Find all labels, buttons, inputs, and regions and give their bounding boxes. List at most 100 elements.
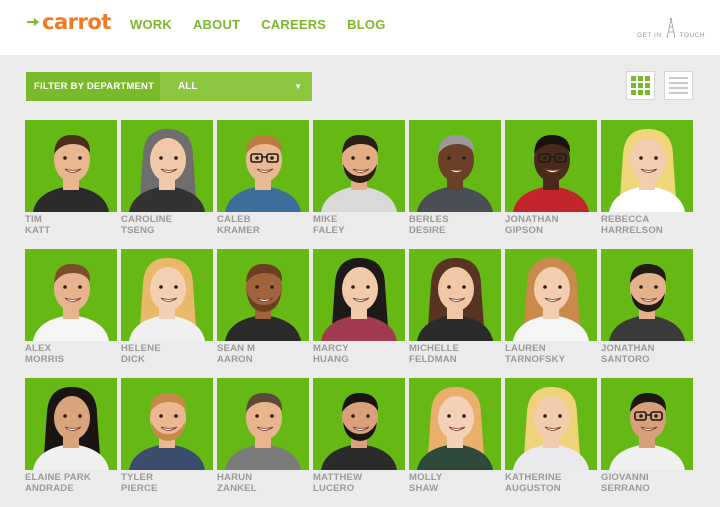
person-first-name: MIKE xyxy=(313,214,338,225)
filter-label: FILTER BY DEPARTMENT xyxy=(26,72,160,101)
person-first-name: KATHERINE xyxy=(505,472,562,483)
person-portrait xyxy=(217,120,309,212)
person-card[interactable]: BERLES DESIRE xyxy=(409,120,501,236)
person-last-name: HUANG xyxy=(313,353,349,365)
person-last-name: FALEY xyxy=(313,224,345,236)
person-first-name: REBECCA xyxy=(601,214,650,225)
person-card[interactable]: LAUREN TARNOFSKY xyxy=(505,249,597,365)
person-portrait xyxy=(505,249,597,341)
person-last-name: SHAW xyxy=(409,482,439,494)
person-first-name: SEAN M xyxy=(217,343,256,354)
person-first-name: HELENE xyxy=(121,343,161,354)
person-last-name: GIPSON xyxy=(505,224,544,236)
person-name: REBECCA HARRELSON xyxy=(601,214,693,236)
get-in-touch-link[interactable]: GET IN TOUCH xyxy=(637,17,705,47)
person-first-name: MARCY xyxy=(313,343,349,354)
person-card[interactable]: REBECCA HARRELSON xyxy=(601,120,693,236)
person-last-name: MORRIS xyxy=(25,353,65,365)
person-last-name: HARRELSON xyxy=(601,224,663,236)
person-first-name: JONATHAN xyxy=(601,343,655,354)
person-last-name: FELDMAN xyxy=(409,353,457,365)
person-last-name: DESIRE xyxy=(409,224,446,236)
person-last-name: AUGUSTON xyxy=(505,482,561,494)
list-icon xyxy=(669,77,688,94)
person-portrait xyxy=(601,378,693,470)
nav-blog[interactable]: BLOG xyxy=(347,17,385,32)
grid-icon xyxy=(631,76,650,95)
person-name: MOLLY SHAW xyxy=(409,472,501,494)
person-name: MATTHEW LUCERO xyxy=(313,472,405,494)
person-first-name: TIM xyxy=(25,214,42,225)
person-first-name: MICHELLE xyxy=(409,343,460,354)
person-card[interactable]: TIM KATT xyxy=(25,120,117,236)
person-card[interactable]: SEAN M AARON xyxy=(217,249,309,365)
person-card[interactable]: GIOVANNI SERRANO xyxy=(601,378,693,494)
person-card[interactable]: MOLLY SHAW xyxy=(409,378,501,494)
person-last-name: SANTORO xyxy=(601,353,650,365)
grid-view-button[interactable] xyxy=(626,71,655,100)
person-name: MICHELLE FELDMAN xyxy=(409,343,501,365)
department-select[interactable]: ALL ▼ xyxy=(160,72,312,101)
person-name: MARCY HUANG xyxy=(313,343,405,365)
nav-work[interactable]: WORK xyxy=(130,17,172,32)
person-first-name: CALEB xyxy=(217,214,251,225)
carrot-logo[interactable]: carrot xyxy=(27,10,111,34)
person-last-name: TARNOFSKY xyxy=(505,353,566,365)
person-portrait xyxy=(217,378,309,470)
person-name: CAROLINE TSENG xyxy=(121,214,213,236)
person-first-name: CAROLINE xyxy=(121,214,173,225)
person-name: CALEB KRAMER xyxy=(217,214,309,236)
person-card[interactable]: KATHERINE AUGUSTON xyxy=(505,378,597,494)
person-name: ELAINE PARK ANDRADE xyxy=(25,472,117,494)
person-card[interactable]: MICHELLE FELDMAN xyxy=(409,249,501,365)
person-card[interactable]: MIKE FALEY xyxy=(313,120,405,236)
person-name: ALEX MORRIS xyxy=(25,343,117,365)
person-card[interactable]: JONATHAN SANTORO xyxy=(601,249,693,365)
person-card[interactable]: CAROLINE TSENG xyxy=(121,120,213,236)
person-name: TIM KATT xyxy=(25,214,117,236)
person-first-name: ALEX xyxy=(25,343,52,354)
person-card[interactable]: HELENE DICK xyxy=(121,249,213,365)
person-name: JONATHAN SANTORO xyxy=(601,343,693,365)
person-first-name: TYLER xyxy=(121,472,154,483)
person-card[interactable]: ALEX MORRIS xyxy=(25,249,117,365)
person-portrait xyxy=(409,378,501,470)
person-portrait xyxy=(217,249,309,341)
person-card[interactable]: ELAINE PARK ANDRADE xyxy=(25,378,117,494)
person-name: HELENE DICK xyxy=(121,343,213,365)
person-first-name: MOLLY xyxy=(409,472,443,483)
person-name: BERLES DESIRE xyxy=(409,214,501,236)
person-last-name: LUCERO xyxy=(313,482,355,494)
person-name: GIOVANNI SERRANO xyxy=(601,472,693,494)
department-filter: FILTER BY DEPARTMENT ALL ▼ xyxy=(26,72,312,101)
person-card[interactable]: MATTHEW LUCERO xyxy=(313,378,405,494)
person-last-name: ZANKEL xyxy=(217,482,257,494)
person-portrait xyxy=(121,249,213,341)
person-card[interactable]: JONATHAN GIPSON xyxy=(505,120,597,236)
person-last-name: AARON xyxy=(217,353,253,365)
person-portrait xyxy=(601,120,693,212)
person-portrait xyxy=(313,120,405,212)
person-portrait xyxy=(601,249,693,341)
person-card[interactable]: MARCY HUANG xyxy=(313,249,405,365)
logo-wordmark: carrot xyxy=(42,10,111,34)
person-portrait xyxy=(505,120,597,212)
person-name: JONATHAN GIPSON xyxy=(505,214,597,236)
contact-left-label: GET IN xyxy=(637,31,662,39)
nav-about[interactable]: ABOUT xyxy=(193,17,240,32)
person-name: MIKE FALEY xyxy=(313,214,405,236)
person-card[interactable]: HARUN ZANKEL xyxy=(217,378,309,494)
person-first-name: JONATHAN xyxy=(505,214,559,225)
person-last-name: ANDRADE xyxy=(25,482,74,494)
person-card[interactable]: CALEB KRAMER xyxy=(217,120,309,236)
list-view-button[interactable] xyxy=(664,71,693,100)
person-card[interactable]: TYLER PIERCE xyxy=(121,378,213,494)
nav-careers[interactable]: CAREERS xyxy=(261,17,326,32)
person-first-name: HARUN xyxy=(217,472,253,483)
person-first-name: GIOVANNI xyxy=(601,472,649,483)
main-nav: WORK ABOUT CAREERS BLOG xyxy=(130,17,407,32)
department-select-value: ALL xyxy=(178,81,198,92)
person-last-name: KATT xyxy=(25,224,51,236)
site-header: carrot WORK ABOUT CAREERS BLOG GET IN TO… xyxy=(0,0,720,55)
person-last-name: DICK xyxy=(121,353,146,365)
